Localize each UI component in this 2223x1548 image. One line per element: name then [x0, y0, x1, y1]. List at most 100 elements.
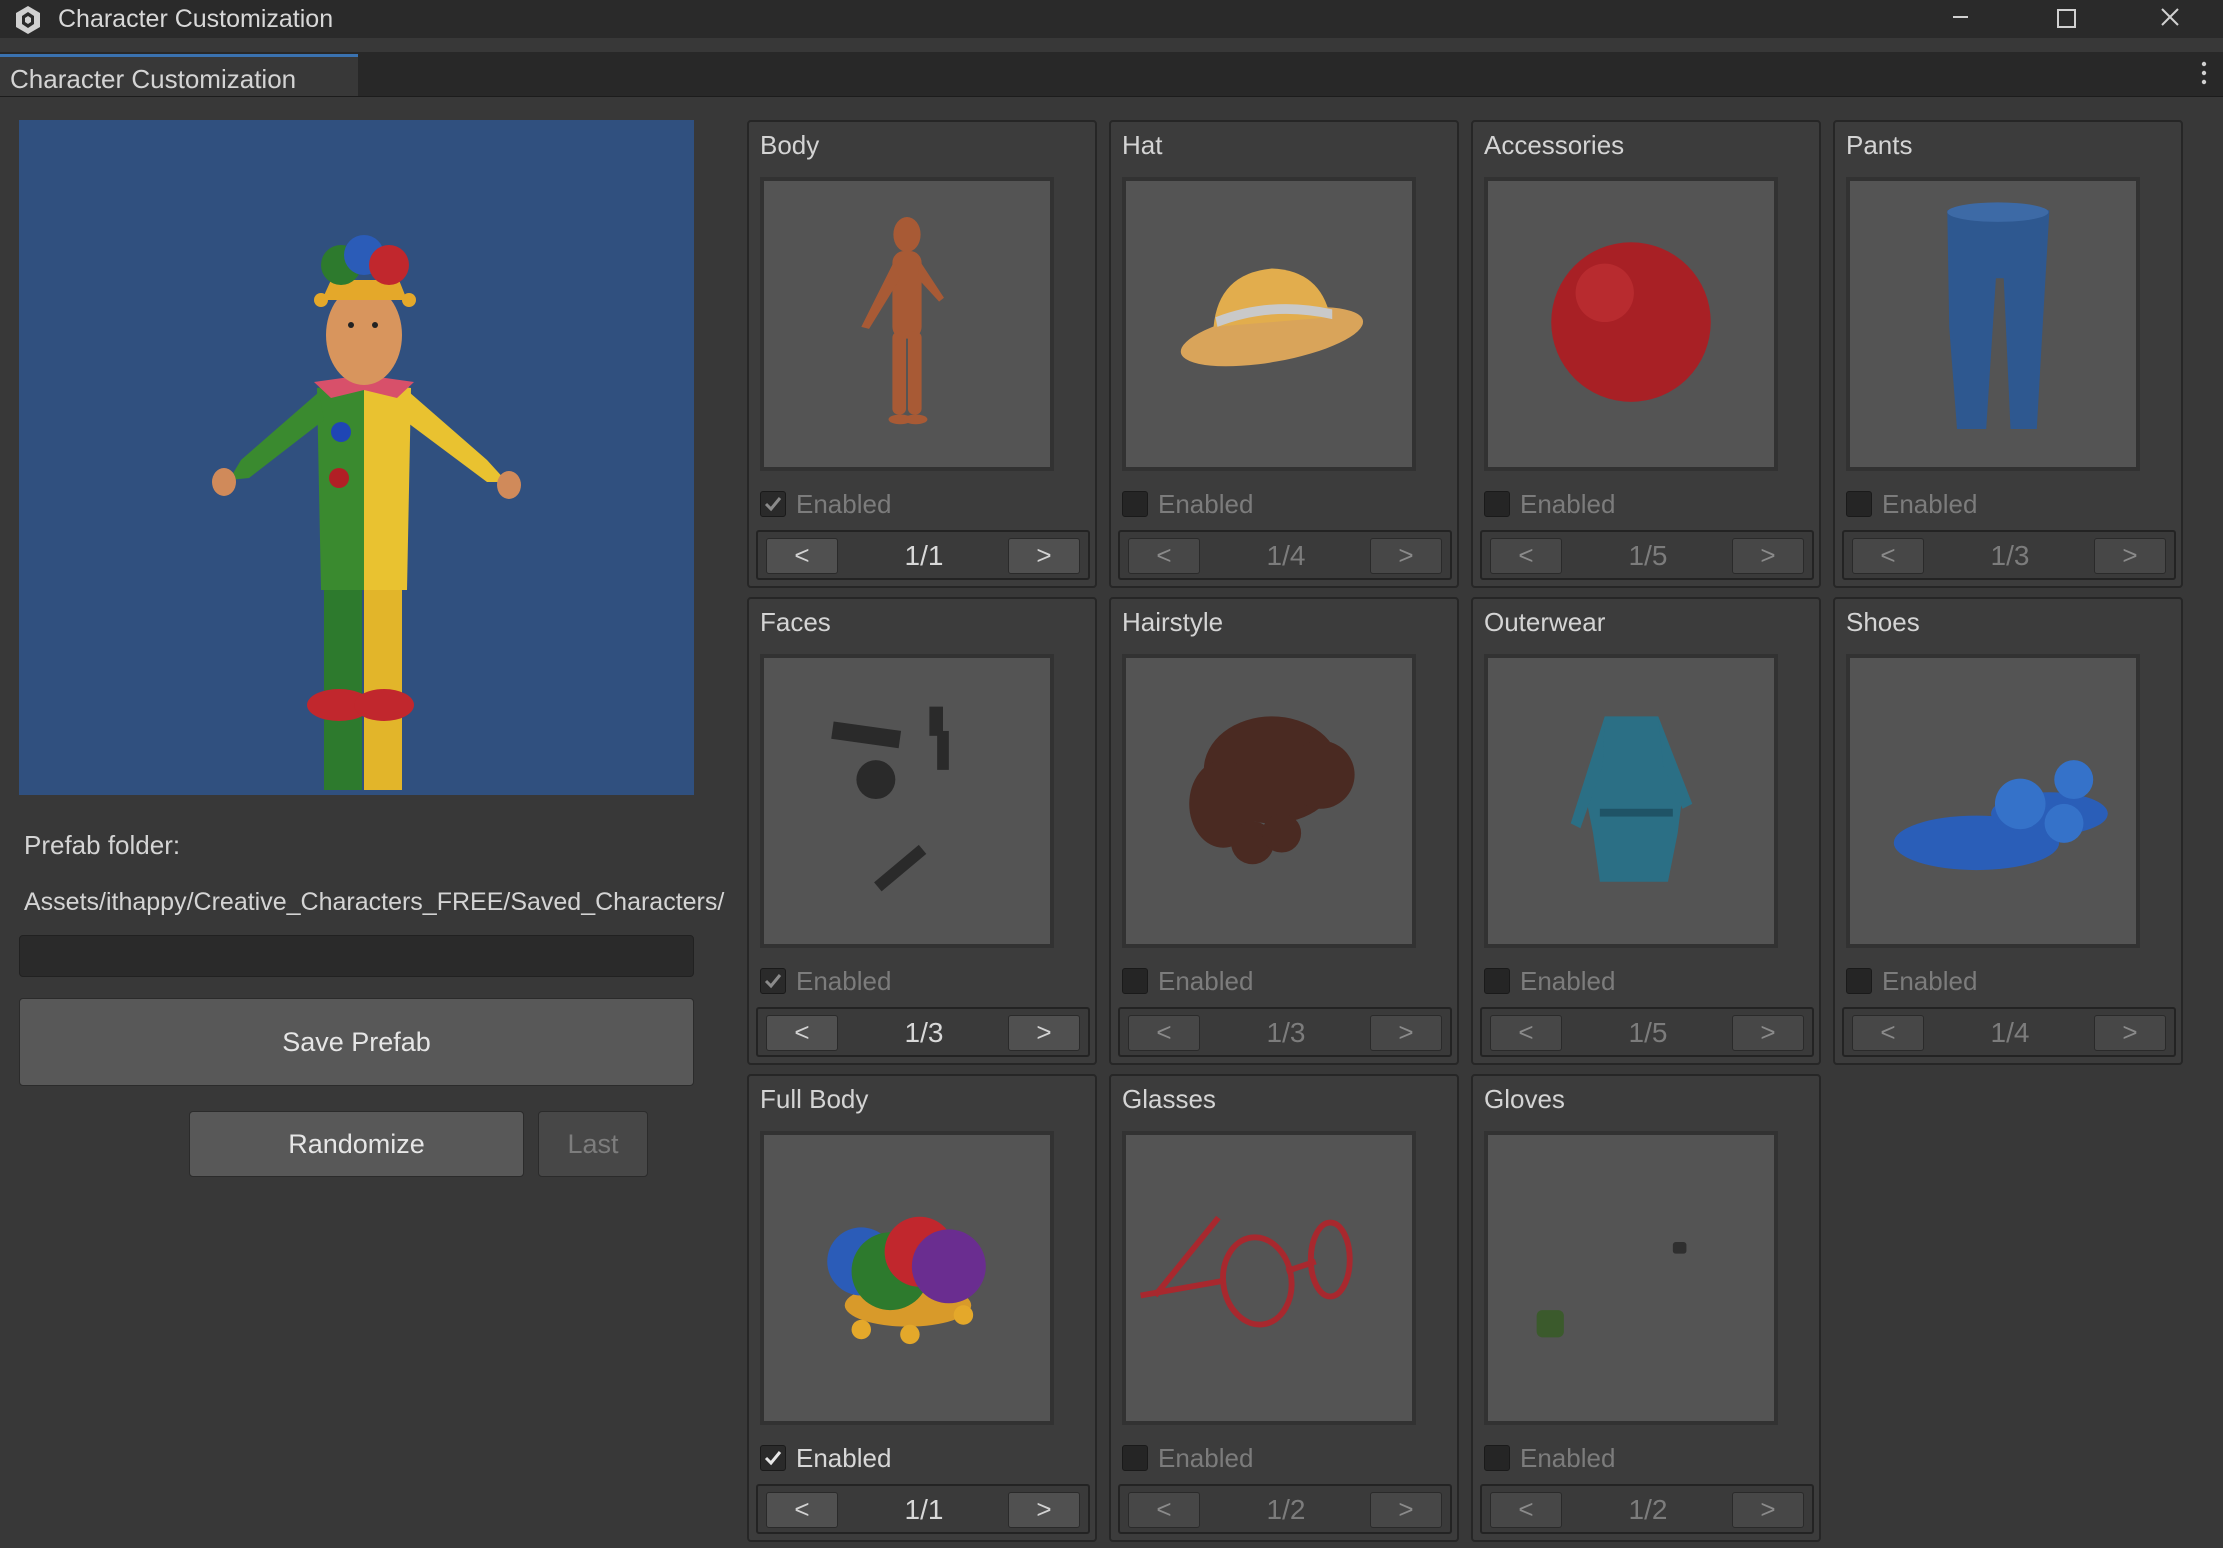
slot-title: Accessories — [1484, 130, 1625, 160]
previous-button[interactable]: < — [1852, 1015, 1924, 1051]
slot-title: Full Body — [760, 1084, 869, 1114]
enabled-label: Enabled — [1158, 1443, 1254, 1473]
tab-character-customization[interactable]: Character Customization — [0, 54, 358, 96]
save-prefab-button[interactable]: Save Prefab — [19, 998, 694, 1086]
previous-button[interactable]: < — [1128, 1492, 1200, 1528]
enabled-label: Enabled — [1882, 966, 1978, 996]
enabled-checkbox[interactable] — [760, 491, 786, 517]
previous-button[interactable]: < — [1490, 1492, 1562, 1528]
previous-button[interactable]: < — [766, 538, 838, 574]
next-button[interactable]: > — [1732, 1015, 1804, 1051]
minimize-icon — [1953, 16, 1968, 18]
slot-title: Shoes — [1846, 607, 1920, 637]
next-button[interactable]: > — [1370, 538, 1442, 574]
next-button[interactable]: > — [2094, 538, 2166, 574]
enabled-label: Enabled — [796, 489, 892, 519]
title-bar: Character Customization — [0, 0, 2223, 38]
previous-button[interactable]: < — [1128, 538, 1200, 574]
next-button[interactable]: > — [1008, 1015, 1080, 1051]
gloves-thumbnail — [1484, 1131, 1778, 1425]
next-button[interactable]: > — [1732, 538, 1804, 574]
slot-title: Hat — [1122, 130, 1163, 160]
slot-card-hat: Hat Enabled <1/4 > — [1109, 120, 1459, 588]
checkmark-icon — [764, 1451, 782, 1466]
jester-character-image — [212, 235, 521, 790]
previous-button[interactable]: < — [766, 1015, 838, 1051]
slot-card-shoes: Shoes Enabled <1/4 > — [1833, 597, 2183, 1065]
randomize-button[interactable]: Randomize — [189, 1111, 524, 1177]
item-counter: 1/5 — [1628, 1017, 1668, 1048]
item-counter: 1/2 — [1628, 1494, 1668, 1525]
slot-card-outerwear: Outerwear Enabled <1/5 > — [1471, 597, 1821, 1065]
slot-title: Body — [760, 130, 820, 160]
window-title: Character Customization — [58, 5, 334, 33]
slot-title: Glasses — [1122, 1084, 1216, 1114]
enabled-checkbox[interactable] — [760, 968, 786, 994]
tab-label: Character Customization — [10, 64, 297, 94]
slot-navigator: <1/5 > — [1480, 530, 1814, 580]
slot-title: Faces — [760, 607, 831, 637]
jester-hat-thumbnail — [760, 1131, 1054, 1425]
slot-card-faces: Faces Enabled <1/3 > — [747, 597, 1097, 1065]
enabled-label: Enabled — [796, 1443, 892, 1473]
slot-navigator: <1/2 > — [1118, 1484, 1452, 1534]
last-button[interactable]: Last — [538, 1111, 648, 1177]
slot-card-full-body: Full Body Enabled <1/1 > — [747, 1074, 1097, 1542]
enabled-label: Enabled — [1158, 966, 1254, 996]
slot-navigator: <1/3 > — [1118, 1007, 1452, 1057]
enabled-label: Enabled — [796, 966, 892, 996]
next-button[interactable]: > — [1370, 1492, 1442, 1528]
maximize-button[interactable] — [2036, 0, 2096, 36]
enabled-checkbox[interactable] — [1484, 1445, 1510, 1471]
enabled-checkbox[interactable] — [1484, 968, 1510, 994]
slot-navigator: <1/1 > — [756, 530, 1090, 580]
next-button[interactable]: > — [1370, 1015, 1442, 1051]
enabled-checkbox[interactable] — [1122, 1445, 1148, 1471]
next-button[interactable]: > — [1732, 1492, 1804, 1528]
slot-title: Pants — [1846, 130, 1913, 160]
item-counter: 1/3 — [1990, 540, 2030, 571]
item-counter: 1/1 — [904, 1494, 944, 1525]
prefab-folder-label: Prefab folder: — [24, 830, 181, 860]
item-counter: 1/2 — [1266, 1494, 1306, 1525]
enabled-label: Enabled — [1520, 1443, 1616, 1473]
next-button[interactable]: > — [2094, 1015, 2166, 1051]
slot-navigator: <1/5 > — [1480, 1007, 1814, 1057]
enabled-checkbox[interactable] — [1846, 491, 1872, 517]
slot-title: Outerwear — [1484, 607, 1606, 637]
shoes-thumbnail — [1846, 654, 2140, 948]
previous-button[interactable]: < — [1490, 538, 1562, 574]
slot-card-accessories: Accessories Enabled <1/5 > — [1471, 120, 1821, 588]
slot-title: Gloves — [1484, 1084, 1565, 1114]
hairstyle-thumbnail — [1122, 654, 1416, 948]
previous-button[interactable]: < — [1852, 538, 1924, 574]
slot-navigator: <1/2 > — [1480, 1484, 1814, 1534]
previous-button[interactable]: < — [766, 1492, 838, 1528]
hat-thumbnail — [1122, 177, 1416, 471]
enabled-checkbox[interactable] — [1122, 491, 1148, 517]
enabled-checkbox[interactable] — [1846, 968, 1872, 994]
enabled-checkbox[interactable] — [760, 1445, 786, 1471]
enabled-checkbox[interactable] — [1484, 491, 1510, 517]
next-button[interactable]: > — [1008, 538, 1080, 574]
slot-title: Hairstyle — [1122, 607, 1224, 637]
more-options-icon[interactable] — [2199, 58, 2209, 88]
slot-card-gloves: Gloves Enabled <1/2 > — [1471, 1074, 1821, 1542]
minimize-button[interactable] — [1930, 0, 1990, 36]
enabled-checkbox[interactable] — [1122, 968, 1148, 994]
slot-navigator: <1/3 > — [1842, 530, 2176, 580]
close-button[interactable] — [2140, 0, 2200, 36]
previous-button[interactable]: < — [1128, 1015, 1200, 1051]
enabled-label: Enabled — [1520, 966, 1616, 996]
prefab-folder-path: Assets/ithappy/Creative_Characters_FREE/… — [24, 888, 725, 916]
glasses-thumbnail — [1122, 1131, 1416, 1425]
enabled-label: Enabled — [1520, 489, 1616, 519]
checkmark-icon — [764, 974, 782, 989]
slot-navigator: <1/3 > — [756, 1007, 1090, 1057]
prefab-name-input[interactable] — [19, 935, 694, 977]
character-preview[interactable] — [19, 120, 694, 795]
pants-thumbnail — [1846, 177, 2140, 471]
previous-button[interactable]: < — [1490, 1015, 1562, 1051]
next-button[interactable]: > — [1008, 1492, 1080, 1528]
slot-card-body: Body Enabled <1/1 > — [747, 120, 1097, 588]
